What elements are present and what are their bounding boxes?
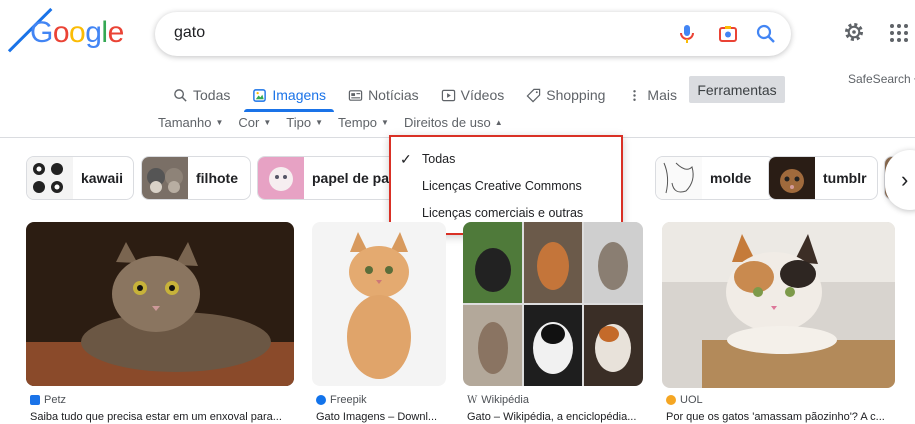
- tab-label: Mais: [647, 87, 677, 103]
- tab-label: Shopping: [546, 87, 606, 103]
- result-source[interactable]: Freepik: [316, 394, 367, 406]
- dropdown-item-todas[interactable]: Todas: [422, 152, 455, 166]
- logo-letter: G: [30, 16, 53, 49]
- result-image[interactable]: [312, 222, 446, 386]
- image-icon: [253, 88, 267, 102]
- tab-noticias[interactable]: Notícias: [348, 80, 419, 110]
- source-label: UOL: [680, 394, 703, 406]
- tag-icon: [526, 88, 541, 102]
- search-input[interactable]: gato: [174, 24, 205, 42]
- tab-todas[interactable]: Todas: [173, 80, 230, 110]
- chip-label: kawaii: [81, 170, 124, 186]
- filter-label: Direitos de uso: [403, 115, 491, 130]
- caret-down-icon: ▼: [381, 118, 389, 127]
- tab-videos[interactable]: Vídeos: [441, 80, 505, 110]
- petz-logo-icon: [30, 395, 40, 405]
- result-title[interactable]: Gato – Wikipédia, a enciclopédia...: [467, 411, 636, 423]
- chip-kawaii[interactable]: kawaii: [26, 156, 134, 200]
- chip-thumbnail: [258, 157, 304, 199]
- logo-letter: g: [85, 16, 102, 49]
- source-label: Petz: [44, 394, 67, 406]
- result-source[interactable]: UOL: [666, 394, 703, 406]
- wikipedia-logo-icon: W: [467, 394, 478, 406]
- filter-direitos-de-uso[interactable]: Direitos de uso ▲: [404, 115, 503, 130]
- logo-letter: o: [69, 16, 86, 49]
- tab-label: Notícias: [368, 87, 419, 103]
- chevron-right-icon[interactable]: ›: [885, 150, 915, 210]
- source-label: Wikipédia: [481, 394, 529, 406]
- search-tabs: Todas Imagens Notícias Vídeos Shopping M…: [173, 80, 699, 112]
- chip-thumbnail: [769, 157, 815, 199]
- camera-icon[interactable]: [716, 22, 740, 46]
- chip-thumbnail: [142, 157, 188, 199]
- mic-icon[interactable]: [675, 22, 699, 46]
- search-icon[interactable]: [754, 22, 778, 46]
- caret-down-icon: ▼: [315, 118, 324, 127]
- chip-papel-de-parede[interactable]: papel de pare: [257, 156, 407, 200]
- result-title[interactable]: Por que os gatos 'amassam pãozinho'? A c…: [666, 411, 885, 423]
- tab-imagens[interactable]: Imagens: [244, 80, 334, 112]
- result-source[interactable]: Petz: [30, 394, 66, 406]
- result-source[interactable]: W Wikipédia: [467, 394, 529, 406]
- apps-grid-icon[interactable]: [888, 22, 910, 44]
- filter-label: Tempo: [338, 115, 378, 130]
- caret-down-icon: ▼: [215, 118, 224, 127]
- safesearch-button[interactable]: SafeSearch ▾: [848, 72, 915, 86]
- more-vert-icon: [633, 89, 637, 101]
- chip-molde[interactable]: molde: [655, 156, 775, 200]
- logo-letter: e: [107, 16, 125, 49]
- tab-label: Imagens: [272, 87, 327, 103]
- tools-filters: Tamanho ▼ Cor ▼ Tipo ▼ Tempo ▼ Direitos de u…: [158, 115, 503, 130]
- dropdown-item-comerciais[interactable]: Licenças comerciais e outras: [422, 206, 583, 220]
- tab-label: Vídeos: [460, 87, 505, 103]
- tools-button[interactable]: Ferramentas: [689, 76, 785, 103]
- chip-label: molde: [710, 170, 752, 186]
- chip-thumbnail: [656, 157, 702, 199]
- search-bar[interactable]: gato: [155, 12, 791, 56]
- freepik-logo-icon: [316, 395, 326, 405]
- tab-label: Todas: [193, 87, 231, 103]
- tab-mais[interactable]: Mais: [627, 80, 677, 110]
- result-title[interactable]: Gato Imagens – Downl...: [316, 411, 437, 423]
- filter-label: Tipo: [286, 115, 312, 130]
- gear-icon[interactable]: [842, 20, 866, 44]
- filter-label: Cor: [238, 115, 260, 130]
- result-title[interactable]: Saiba tudo que precisa estar em um enxov…: [30, 411, 282, 423]
- tab-shopping[interactable]: Shopping: [526, 80, 605, 110]
- chip-tumblr[interactable]: tumblr: [768, 156, 878, 200]
- usage-rights-dropdown: ✓ Todas Licenças Creative Commons Licenç…: [389, 135, 623, 235]
- news-icon: [348, 89, 363, 101]
- chip-filhote[interactable]: filhote: [141, 156, 251, 200]
- filter-label: Tamanho: [158, 115, 212, 130]
- filter-cor[interactable]: Cor ▼: [238, 115, 271, 130]
- google-logo[interactable]: Google: [30, 16, 124, 50]
- result-image[interactable]: [662, 222, 895, 388]
- caret-up-icon: ▲: [494, 118, 503, 127]
- dropdown-item-creative-commons[interactable]: Licenças Creative Commons: [422, 179, 582, 193]
- chip-thumbnail: [27, 157, 73, 199]
- checkmark-icon: ✓: [400, 151, 412, 167]
- filter-tipo[interactable]: Tipo ▼: [286, 115, 323, 130]
- chip-label: tumblr: [823, 170, 867, 186]
- source-label: Freepik: [330, 394, 367, 406]
- filter-tamanho[interactable]: Tamanho ▼: [158, 115, 223, 130]
- uol-logo-icon: [666, 395, 676, 405]
- logo-letter: o: [52, 16, 70, 49]
- play-icon: [441, 89, 455, 101]
- result-image[interactable]: [463, 222, 643, 386]
- chip-label: filhote: [196, 170, 238, 186]
- result-image[interactable]: [26, 222, 294, 386]
- filter-tempo[interactable]: Tempo ▼: [338, 115, 389, 130]
- search-icon: [174, 88, 187, 102]
- safesearch-label: SafeSearch: [848, 72, 911, 86]
- caret-down-icon: ▼: [263, 118, 272, 127]
